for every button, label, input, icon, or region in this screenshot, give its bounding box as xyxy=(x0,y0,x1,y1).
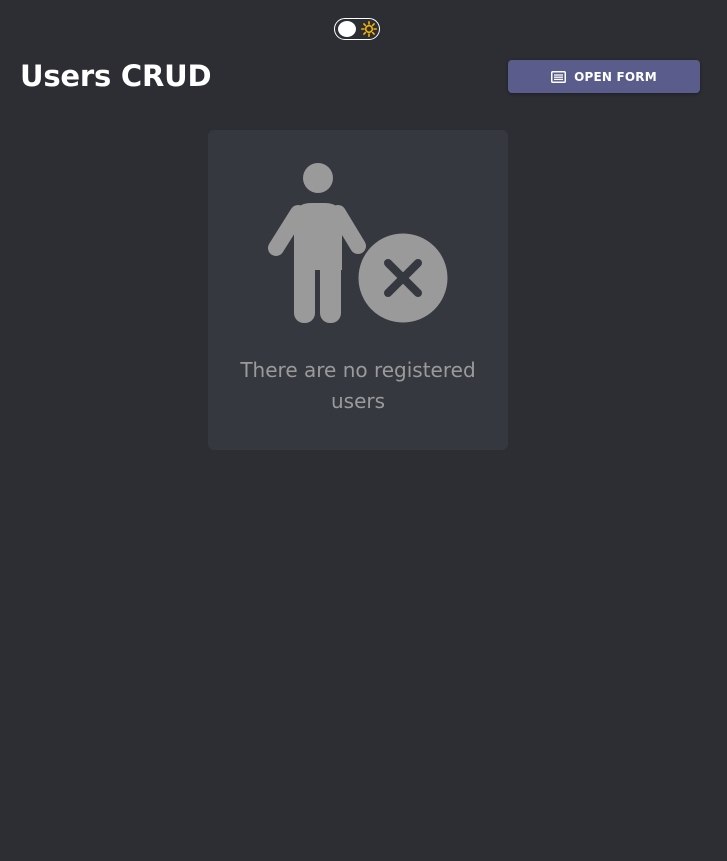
open-form-button[interactable]: OPEN FORM xyxy=(508,60,700,93)
empty-state-card: There are no registered users xyxy=(208,130,508,450)
theme-toggle[interactable] xyxy=(334,18,380,40)
open-form-label: OPEN FORM xyxy=(574,69,657,84)
toggle-knob xyxy=(338,21,356,37)
page-title: Users CRUD xyxy=(20,59,212,93)
user-remove-icon xyxy=(268,163,448,325)
empty-state-message: There are no registered users xyxy=(240,358,476,413)
list-icon xyxy=(551,70,567,83)
sun-icon xyxy=(361,21,377,37)
